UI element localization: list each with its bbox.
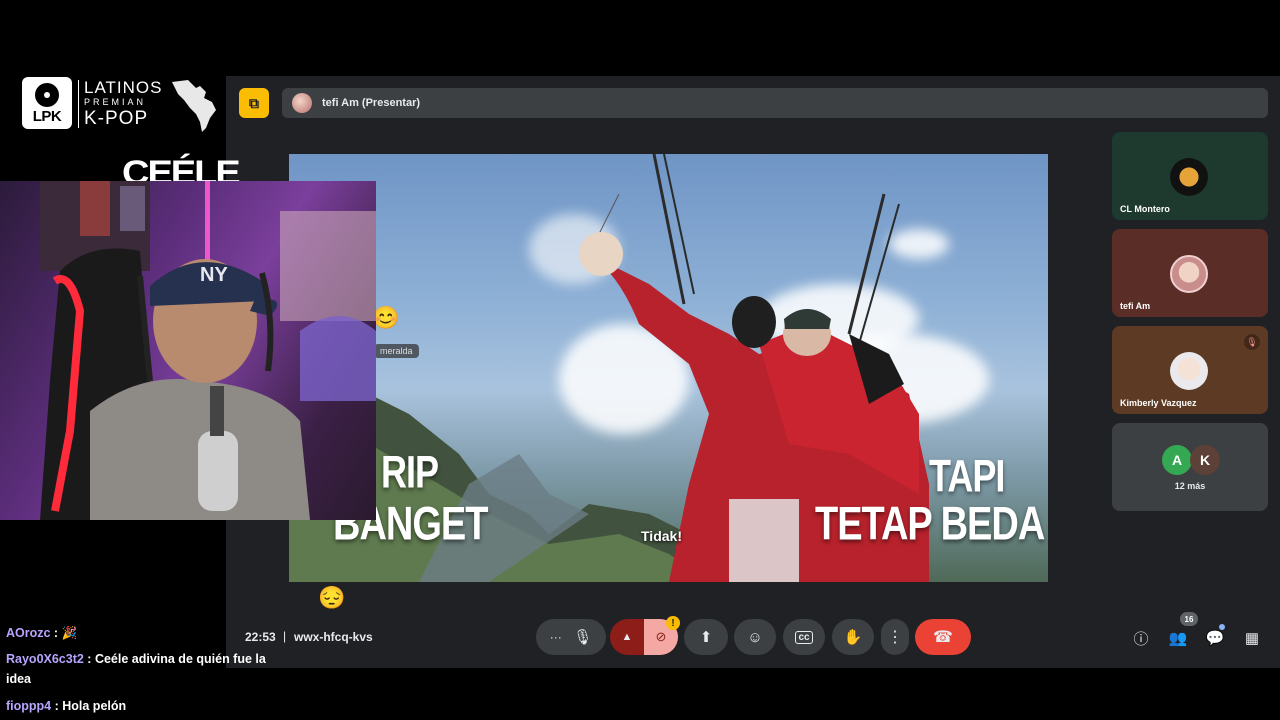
present-screen-icon: ⬆ <box>699 629 713 646</box>
more-dots-icon[interactable]: ··· <box>550 630 562 644</box>
emoji-icon: ☺ <box>747 628 763 646</box>
participant-tile[interactable]: tefi Am <box>1112 229 1268 317</box>
participant-tile[interactable]: 🎙 Kimberly Vazquez <box>1112 326 1268 414</box>
captions-button[interactable]: cc <box>783 619 825 655</box>
shared-screen: RIP BANGET TAPI TETAP BEDA Tidak! <box>289 154 1048 582</box>
presentation-icon[interactable]: ⧉ <box>239 88 269 118</box>
microphone-icon: 🎙 <box>573 629 593 646</box>
webcam-scene: NY <box>40 181 376 520</box>
hand-icon: ✋ <box>843 629 863 646</box>
subtitle: Tidak! <box>641 528 682 544</box>
reaction-emoji: 😊 <box>372 305 400 330</box>
apps-grid-icon[interactable]: ▦ <box>1241 627 1263 649</box>
leave-call-button[interactable]: ☎ <box>915 619 971 655</box>
participant-name: Kimberly Vazquez <box>1120 398 1197 408</box>
overlay-text: TAPI <box>929 450 1005 502</box>
phone-hangup-icon: ☎ <box>933 629 953 646</box>
presenter-bar[interactable]: tefi Am (Presentar) <box>282 88 1268 118</box>
warning-icon: ! <box>666 616 680 630</box>
overlay-text: TETAP BEDA <box>815 498 1045 551</box>
latin-america-map-icon <box>172 80 216 132</box>
chat-message: fioppp4 : Hola pelón <box>6 699 127 713</box>
avatar <box>1170 158 1208 196</box>
chat-username: AOrozc <box>6 626 51 640</box>
chevron-up-icon[interactable]: ▲ <box>610 631 644 643</box>
meeting-time: 22:53 <box>245 630 276 644</box>
separator: | <box>283 629 287 643</box>
more-participants-tile[interactable]: A K 12 más <box>1112 423 1268 511</box>
notification-dot <box>1219 624 1225 630</box>
more-count-label: 12 más <box>1174 481 1206 491</box>
reaction-emoji: 😔 <box>318 585 346 610</box>
presenter-label: tefi Am (Presentar) <box>322 97 421 109</box>
lpk-logo: LPK <box>22 77 72 129</box>
meeting-code: wwx-hfcq-kvs <box>294 630 373 644</box>
avatar <box>1170 352 1208 390</box>
stream-canvas: ⧉ tefi Am (Presentar) RIP BANGET TAPI TE… <box>0 0 1280 720</box>
participant-name: tefi Am <box>1120 301 1151 311</box>
avatar: A <box>1162 445 1192 475</box>
people-count-badge: 16 <box>1180 612 1198 626</box>
vinyl-disc-icon <box>35 83 59 107</box>
captions-icon: cc <box>795 630 813 644</box>
avatar: K <box>1190 445 1220 475</box>
chat-username: Rayo0X6c3t2 <box>6 652 84 666</box>
logo-text-line: K-POP <box>84 108 149 129</box>
chat-message: AOrozc : 🎉 <box>6 626 78 640</box>
presenter-avatar <box>292 93 312 113</box>
avatar <box>1170 255 1208 293</box>
chat-text: 🎉 <box>61 626 78 640</box>
reaction-name-tag: meralda <box>374 344 419 358</box>
chat-username: fioppp4 <box>6 699 52 713</box>
info-icon[interactable]: ⓘ <box>1130 627 1152 649</box>
logo-abbreviation: LPK <box>32 108 62 125</box>
streamer-webcam: NY <box>0 181 376 520</box>
chat-text: Hola pelón <box>62 699 127 713</box>
logo-divider <box>78 80 79 128</box>
chat-icon[interactable]: 💬 <box>1204 627 1226 649</box>
present-screen-button[interactable]: ⬆ <box>684 619 728 655</box>
people-icon[interactable]: 👥 <box>1167 627 1189 649</box>
logo-text-line: PREMIAN <box>84 97 147 107</box>
participant-tile[interactable]: CL Montero <box>1112 132 1268 220</box>
mic-off-icon: 🎙 <box>1244 334 1260 350</box>
chat-message: Rayo0X6c3t2 : Ceéle adivina de quién fue… <box>6 652 266 686</box>
svg-text:NY: NY <box>200 264 228 286</box>
overlay-text: RIP <box>381 446 439 498</box>
reactions-button[interactable]: ☺ <box>734 619 776 655</box>
vertical-dots-icon: ⋮ <box>887 629 903 646</box>
more-options-button[interactable]: ⋮ <box>881 619 909 655</box>
microphone-button[interactable]: ··· 🎙 <box>536 619 606 655</box>
raise-hand-button[interactable]: ✋ <box>832 619 874 655</box>
logo-text-line: LATINOS <box>84 78 163 97</box>
participant-name: CL Montero <box>1120 204 1170 214</box>
